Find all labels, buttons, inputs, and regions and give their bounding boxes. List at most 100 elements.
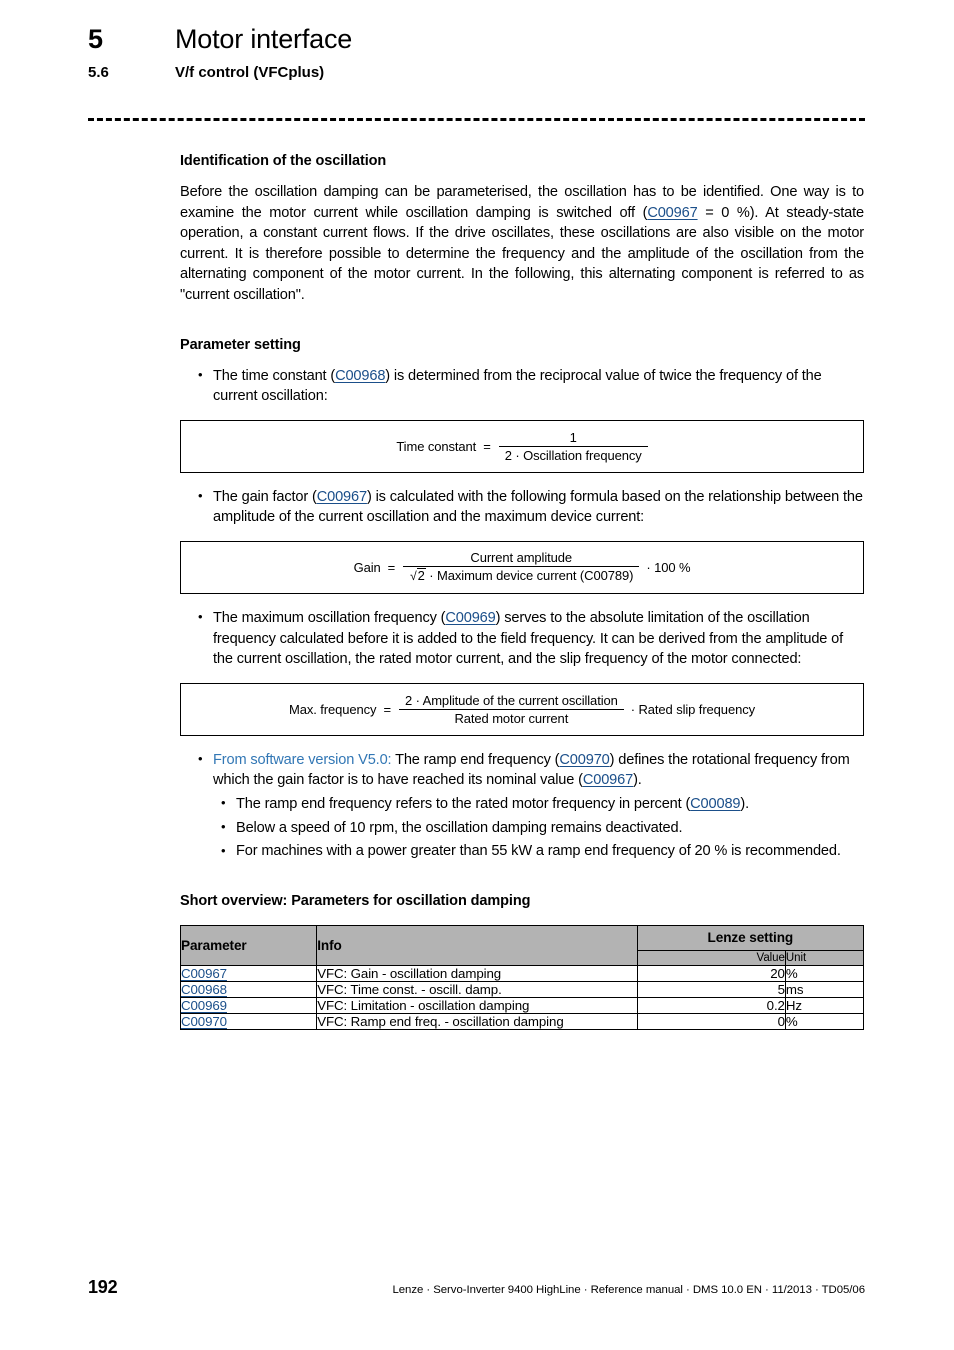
sub-bullet-1-text: Below a speed of 10 rpm, the oscillation… [236,819,683,836]
link-table-c00968[interactable]: C00968 [181,982,227,997]
formula-gain: Gain = Current amplitude √2 · Maximum de… [354,550,691,584]
table-head: Parameter Info Lenze setting Value Unit [179,924,865,966]
sub-bullet-2-text: For machines with a power greater than 5… [236,843,841,860]
table-row: C00967 VFC: Gain - oscillation damping 2… [179,964,865,982]
cell-unit: % [784,964,865,982]
cell-unit: % [784,1012,865,1030]
formula3-fraction: 2 · Amplitude of the current oscillation… [398,693,624,726]
cell-parameter: C00967 [179,964,318,982]
bullet3-text-before: The maximum oscillation frequency ( [213,609,446,626]
link-c00967-gain[interactable]: C00967 [317,489,367,505]
formula3-equals: = [383,701,391,717]
formula2-fraction: Current amplitude √2 · Maximum device cu… [403,550,640,584]
table-body: C00967 VFC: Gain - oscillation damping 2… [179,964,865,1030]
table-row: C00970 VFC: Ramp end freq. - oscillation… [179,1012,865,1030]
heading-short-overview: Short overview: Parameters for oscillati… [180,892,531,909]
link-table-c00970[interactable]: C00970 [181,1014,227,1029]
table-header-info: Info [316,924,638,966]
bullet2-text-before: The gain factor ( [213,488,317,505]
sub-bullet-0-text-after: ). [740,795,750,812]
bullet4-text-after: ). [633,772,642,789]
formula-box-time-constant: Time constant = 1 2 · Oscillation freque… [180,419,864,473]
cell-info: VFC: Gain - oscillation damping [316,964,638,982]
link-table-c00967[interactable]: C00967 [181,966,227,981]
formula2-denominator: √2 · Maximum device current (C00789) [403,567,639,584]
footer-note: Lenze · Servo-Inverter 9400 HighLine · R… [392,1284,865,1296]
bullet4-text-before: The ramp end frequency ( [391,751,560,768]
formula2-equals: = [387,559,396,575]
formula-box-max-frequency: Max. frequency = 2 · Amplitude of the cu… [180,682,864,736]
sub-bullet-item: For machines with a power greater than 5… [215,841,864,862]
heading-identification: Identification of the oscillation [180,153,387,169]
bullet-ramp-end-frequency: From software version V5.0: The ramp end… [192,749,864,791]
cell-value: 5 [636,980,786,998]
cell-info: VFC: Time const. - oscill. damp. [316,980,638,998]
formula-box-gain: Gain = Current amplitude √2 · Maximum de… [180,540,864,594]
link-c00969[interactable]: C00969 [445,610,495,626]
link-table-c00969[interactable]: C00969 [181,998,227,1013]
heading-parameter-setting: Parameter setting [180,336,301,353]
header-section-row: 5.6 V/f control (VFCplus) [88,62,868,84]
bullet1-text-before: The time constant ( [213,367,336,384]
formula1-lhs: Time constant [396,438,477,454]
formula3-numerator: 2 · Amplitude of the current oscillation [398,693,624,710]
bullet-gain-factor: The gain factor (C00967) is calculated w… [192,486,864,528]
table-header-unit: Unit [784,950,865,966]
section-number: 5.6 [88,64,109,81]
cell-parameter: C00969 [179,996,318,1014]
software-version-label: From software version V5.0: [213,751,392,768]
formula3-denominator: Rated motor current [454,710,569,726]
chapter-number: 5 [88,24,103,54]
formula-time-constant: Time constant = 1 2 · Oscillation freque… [396,430,648,463]
bullet-list-max-frequency: The maximum oscillation frequency (C0096… [192,607,864,670]
link-c00089[interactable]: C00089 [690,796,740,812]
formula1-equals: = [483,438,491,454]
section-title: V/f control (VFCplus) [175,64,325,81]
table-header-parameter: Parameter [179,924,318,966]
table-header-lenze-setting: Lenze setting [636,924,865,951]
page-number: 192 [88,1277,118,1297]
cell-parameter: C00968 [179,980,318,998]
link-c00968[interactable]: C00968 [335,368,385,384]
formula-max-frequency: Max. frequency = 2 · Amplitude of the cu… [289,693,755,726]
formula2-radicand: 2 [416,568,426,584]
bullet-list-time-constant: The time constant (C00968) is determined… [192,365,864,407]
formula2-lhs: Gain [353,559,381,575]
sub-bullet-0-text-before: The ramp end frequency refers to the rat… [236,795,691,812]
chapter-title: Motor interface [175,24,353,54]
table-row: C00969 VFC: Limitation - oscillation dam… [179,996,865,1014]
cell-unit: Hz [784,996,865,1014]
cell-info: VFC: Ramp end freq. - oscillation dampin… [316,1012,638,1030]
link-c00967-nominal[interactable]: C00967 [583,772,633,788]
bullet-list-gain-factor: The gain factor (C00967) is calculated w… [192,486,864,528]
formula2-tail: · 100 % [646,559,691,575]
formula3-tail: · Rated slip frequency [630,701,756,717]
cell-value: 20 [636,964,786,982]
formula1-numerator: 1 [498,430,648,447]
bullet-time-constant: The time constant (C00968) is determined… [192,365,864,407]
table-header-value: Value [636,950,786,966]
table-row: C00968 VFC: Time const. - oscill. damp. … [179,980,865,998]
page-footer: 192 Lenze · Servo-Inverter 9400 HighLine… [88,1277,865,1298]
square-root-icon: √2 [409,568,426,584]
formula2-numerator: Current amplitude [403,550,640,568]
formula1-denominator: 2 · Oscillation frequency [504,447,642,463]
formula1-fraction: 1 2 · Oscillation frequency [498,430,648,463]
sub-bullet-item: Below a speed of 10 rpm, the oscillation… [215,817,864,839]
cell-parameter: C00970 [179,1012,318,1030]
sub-bullet-list: The ramp end frequency refers to the rat… [215,793,864,862]
cell-info: VFC: Limitation - oscillation damping [316,996,638,1014]
link-c00970[interactable]: C00970 [559,752,609,768]
table-header-row-main: Parameter Info Lenze setting [179,924,865,966]
formula2-denominator-rest: · Maximum device current (C00789) [429,568,634,584]
sub-bullet-item: The ramp end frequency refers to the rat… [215,793,864,815]
cell-value: 0 [636,1012,786,1030]
running-header: 5 Motor interface 5.6 V/f control (VFCpl… [88,22,868,84]
cell-value: 0.2 [636,996,786,1014]
parameters-table: Parameter Info Lenze setting Value Unit … [179,924,865,1030]
header-chapter-row: 5 Motor interface [88,22,868,62]
link-c00967-intro[interactable]: C00967 [647,205,697,221]
formula3-lhs: Max. frequency [288,701,377,717]
header-divider [88,118,865,121]
page-content: Identification of the oscillation Before… [179,152,865,1030]
